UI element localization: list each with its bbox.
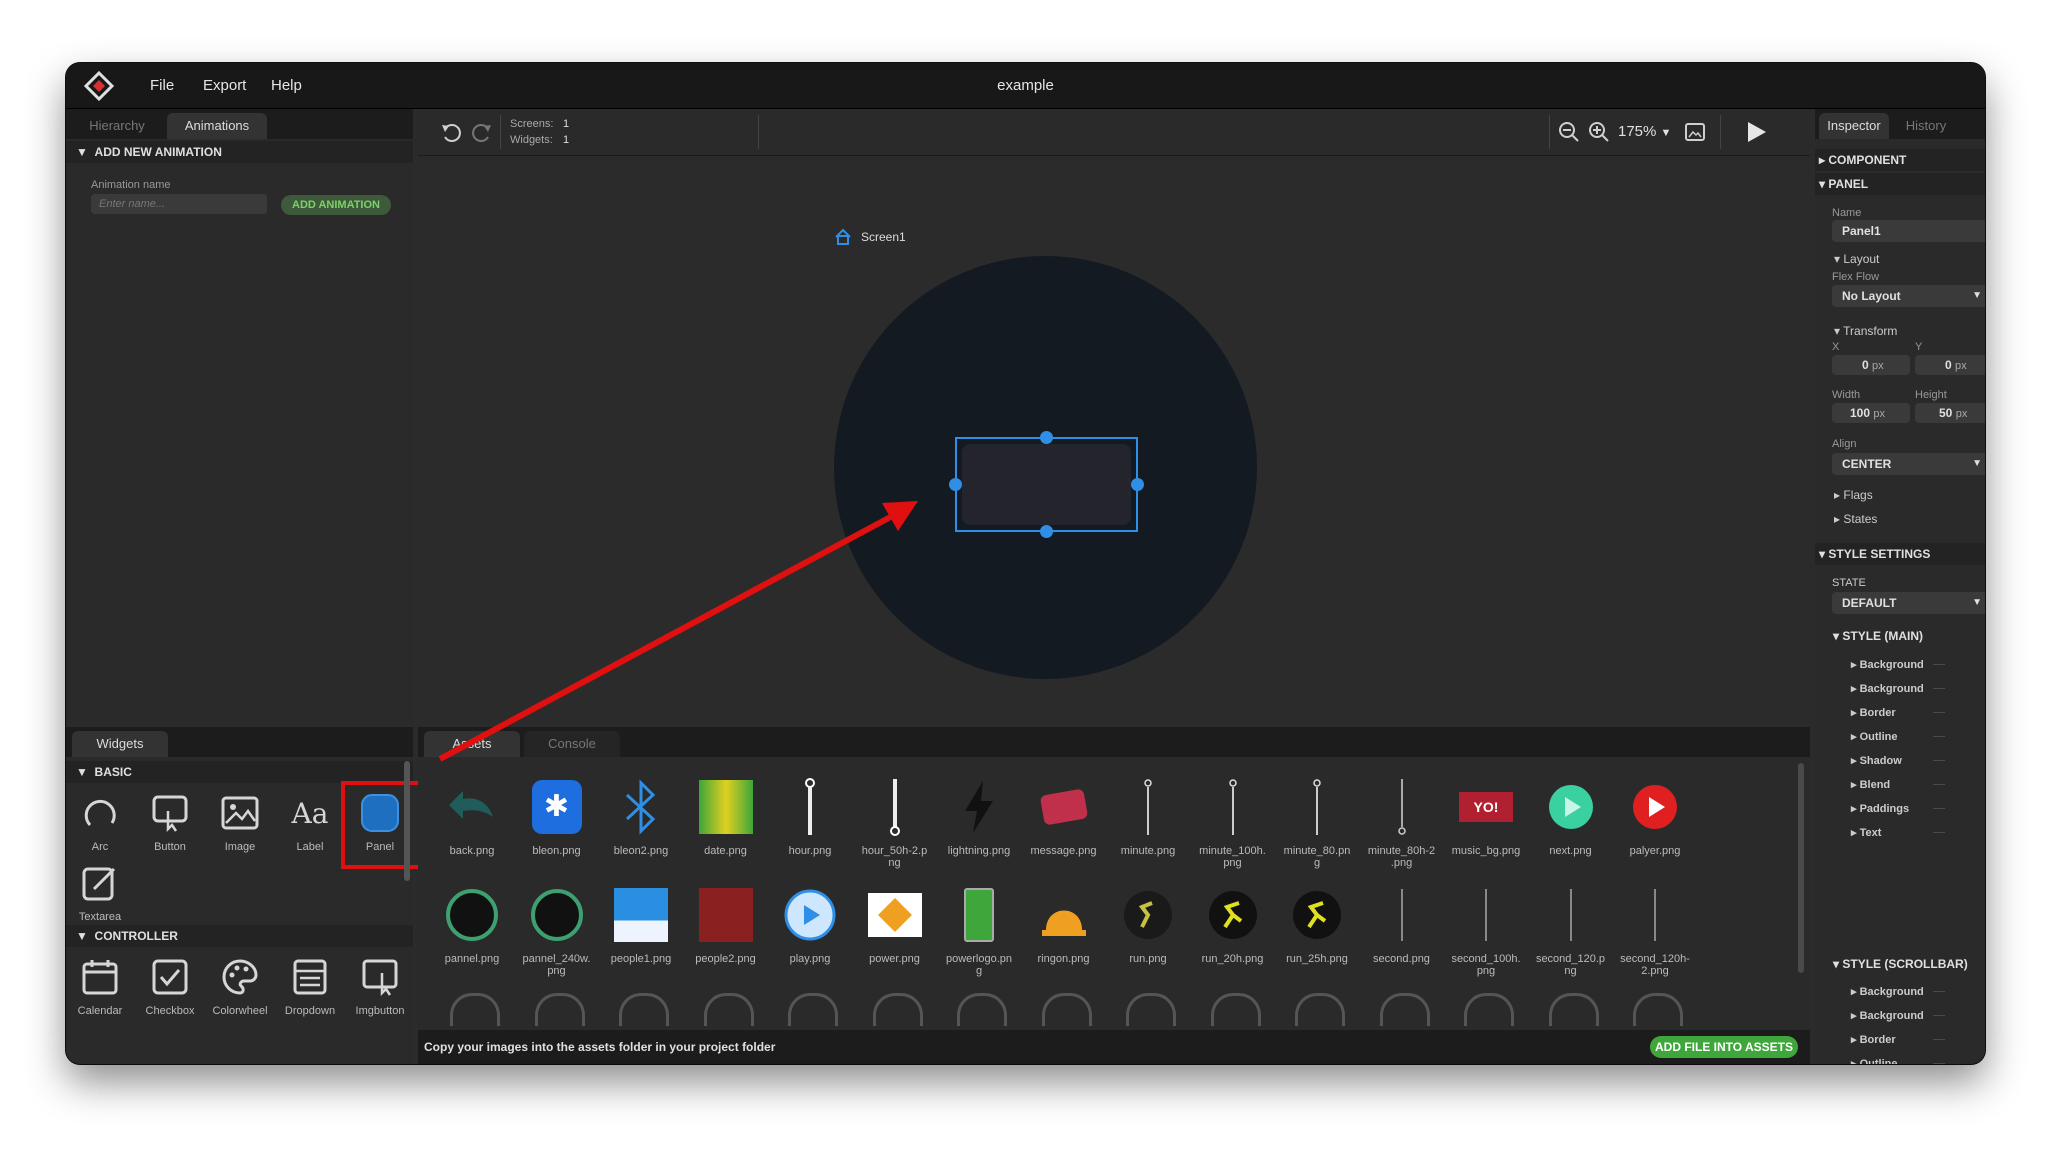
name-input[interactable]: Panel1 <box>1832 220 1985 242</box>
flags-group[interactable]: ▸ Flags <box>1834 485 1985 505</box>
state-label: STATE <box>1832 577 1866 589</box>
unit: px <box>1872 360 1884 372</box>
state-select[interactable]: DEFAULT ▼ <box>1832 592 1985 614</box>
style-prop-item[interactable]: ▸ Outline <box>1851 1053 1945 1064</box>
states-group[interactable]: ▸ States <box>1834 509 1985 529</box>
style-prop-item[interactable]: ▸ Blend <box>1851 774 1945 794</box>
chevron-down-icon: ▼ <box>1972 597 1982 608</box>
flex-flow-label: Flex Flow <box>1832 271 1880 283</box>
chevron-down-icon: ▼ <box>1972 290 1982 301</box>
tab-inspector[interactable]: Inspector <box>1819 113 1889 139</box>
group-title: Transform <box>1843 324 1898 338</box>
chevron-down-icon: ▼ <box>1972 458 1982 469</box>
width-input[interactable]: 100 px <box>1832 403 1910 423</box>
divider <box>1933 784 1945 785</box>
panel-section-header[interactable]: ▾ PANEL <box>1815 173 1985 195</box>
align-label: Align <box>1832 438 1857 450</box>
select-value: DEFAULT <box>1842 596 1897 610</box>
style-prop-label: ▸ Background <box>1851 986 1924 998</box>
style-prop-label: ▸ Background <box>1851 683 1924 695</box>
section-title: PANEL <box>1828 177 1869 191</box>
height-label: Height <box>1915 389 1947 401</box>
inspector-panel: Inspector History Font ▸ COMPONENT ▾ PAN… <box>1815 109 1985 1064</box>
style-prop-item[interactable]: ▸ Background <box>1851 1005 1945 1025</box>
group-title: Flags <box>1843 488 1873 502</box>
select-value: No Layout <box>1842 289 1901 303</box>
divider <box>1933 736 1945 737</box>
divider <box>1933 991 1945 992</box>
select-value: CENTER <box>1842 457 1892 471</box>
divider <box>1933 1039 1945 1040</box>
flex-flow-select[interactable]: No Layout ▼ <box>1832 285 1985 307</box>
style-scrollbar-header[interactable]: ▾ STYLE (SCROLLBAR) <box>1833 957 1968 971</box>
app-window: File Export Help example Hierarchy Anima… <box>66 63 1985 1064</box>
style-prop-label: ▸ Background <box>1851 659 1924 671</box>
divider <box>1933 1015 1945 1016</box>
style-prop-label: ▸ Outline <box>1851 1058 1898 1064</box>
x-input[interactable]: 0 px <box>1832 355 1910 375</box>
divider <box>1933 712 1945 713</box>
style-prop-item[interactable]: ▸ Shadow <box>1851 750 1945 770</box>
y-label: Y <box>1915 341 1923 353</box>
style-prop-item[interactable]: ▸ Paddings <box>1851 798 1945 818</box>
layout-group[interactable]: ▾ Layout <box>1834 249 1985 269</box>
style-prop-label: ▸ Border <box>1851 1034 1896 1046</box>
name-label: Name <box>1832 207 1862 219</box>
divider <box>1933 664 1945 665</box>
style-prop-label: ▸ Border <box>1851 707 1896 719</box>
style-prop-label: ▸ Outline <box>1851 731 1898 743</box>
style-prop-label: ▸ Shadow <box>1851 755 1902 767</box>
style-main-header[interactable]: ▾ STYLE (MAIN) <box>1833 629 1923 643</box>
style-settings-header[interactable]: ▾ STYLE SETTINGS <box>1815 543 1985 565</box>
group-title: Layout <box>1843 252 1880 266</box>
group-title: STYLE (SCROLLBAR) <box>1842 957 1968 971</box>
section-title: COMPONENT <box>1828 153 1907 167</box>
style-prop-item[interactable]: ▸ Text <box>1851 822 1945 842</box>
divider <box>1933 760 1945 761</box>
style-prop-label: ▸ Paddings <box>1851 803 1910 815</box>
y-input[interactable]: 0 px <box>1915 355 1985 375</box>
group-title: States <box>1843 512 1878 526</box>
style-prop-label: ▸ Text <box>1851 827 1882 839</box>
x-value: 0 <box>1862 358 1869 372</box>
inspector-tabs: Inspector History Font <box>1815 109 1985 139</box>
style-prop-item[interactable]: ▸ Border <box>1851 702 1945 722</box>
width-value: 100 <box>1850 406 1871 420</box>
height-value: 50 <box>1939 406 1953 420</box>
style-prop-item[interactable]: ▸ Outline <box>1851 726 1945 746</box>
divider <box>1933 1063 1945 1064</box>
unit: px <box>1955 360 1967 372</box>
style-prop-item[interactable]: ▸ Background <box>1851 654 1945 674</box>
width-label: Width <box>1832 389 1861 401</box>
tab-font[interactable]: Font <box>1963 113 1986 139</box>
divider <box>1933 808 1945 809</box>
annotation-arrow <box>438 501 918 762</box>
tab-history[interactable]: History <box>1891 113 1961 139</box>
style-prop-item[interactable]: ▸ Background <box>1851 981 1945 1001</box>
divider <box>1933 832 1945 833</box>
style-prop-item[interactable]: ▸ Background <box>1851 678 1945 698</box>
y-value: 0 <box>1945 358 1952 372</box>
style-prop-label: ▸ Background <box>1851 1010 1924 1022</box>
transform-group[interactable]: ▾ Transform <box>1834 321 1985 341</box>
group-title: STYLE (MAIN) <box>1842 629 1924 643</box>
divider <box>1933 688 1945 689</box>
unit: px <box>1955 408 1968 420</box>
component-section-header[interactable]: ▸ COMPONENT <box>1815 149 1985 171</box>
style-prop-label: ▸ Blend <box>1851 779 1891 791</box>
style-prop-item[interactable]: ▸ Border <box>1851 1029 1945 1049</box>
height-input[interactable]: 50 px <box>1915 403 1985 423</box>
section-title: STYLE SETTINGS <box>1828 547 1931 561</box>
align-select[interactable]: CENTER ▼ <box>1832 453 1985 475</box>
x-label: X <box>1832 341 1840 353</box>
unit: px <box>1873 408 1885 420</box>
